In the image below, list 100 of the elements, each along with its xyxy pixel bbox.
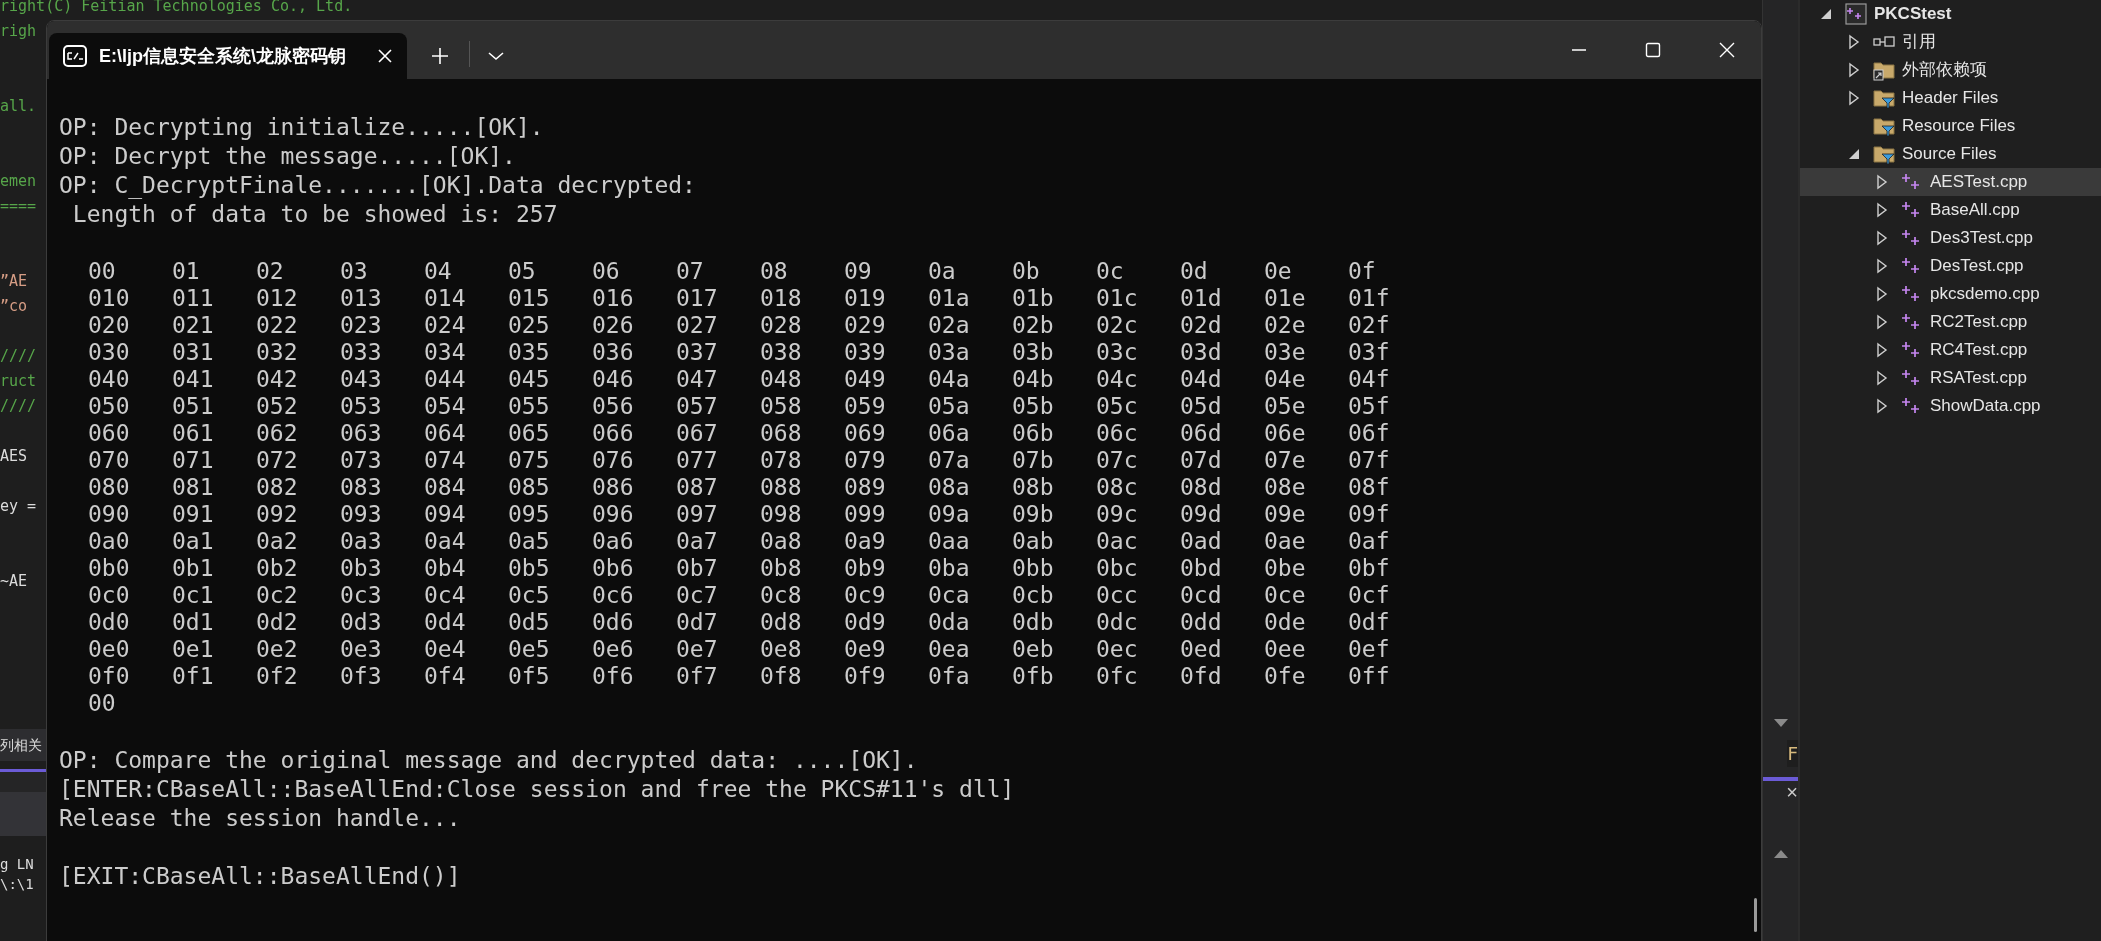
accent-line — [0, 769, 46, 772]
panel-toolbar — [0, 772, 46, 792]
hex-value: 097 — [676, 501, 718, 528]
hex-value: 028 — [760, 312, 802, 339]
hex-value: 0cd — [1180, 582, 1222, 609]
hex-value: 02b — [1012, 312, 1054, 339]
hex-value: 01c — [1096, 285, 1138, 312]
hex-value: 08 — [760, 258, 788, 285]
hex-value: 0ef — [1348, 636, 1390, 663]
hex-value: 07f — [1348, 447, 1390, 474]
output-line: \:\1 — [0, 875, 34, 894]
tree-item[interactable]: RC2Test.cpp — [1800, 308, 2101, 336]
hex-value: 02e — [1264, 312, 1306, 339]
hex-value: 00 — [88, 690, 116, 717]
hex-value: 0e2 — [256, 636, 298, 663]
tree-item[interactable]: 外部依赖项 — [1800, 56, 2101, 84]
tree-item[interactable]: Resource Files — [1800, 112, 2101, 140]
tree-item[interactable]: Des3Test.cpp — [1800, 224, 2101, 252]
tab-title: E:\ljp信息安全系统\龙脉密码钥 — [99, 44, 347, 68]
folder-filter-icon — [1872, 143, 1896, 165]
hex-value: 0d4 — [424, 609, 466, 636]
tree-item[interactable]: RSATest.cpp — [1800, 364, 2101, 392]
hex-value: 0e0 — [88, 636, 130, 663]
hex-value: 0d9 — [844, 609, 886, 636]
hex-value: 00 — [88, 258, 116, 285]
hex-value: 072 — [256, 447, 298, 474]
scroll-up-icon[interactable] — [1773, 849, 1789, 859]
hex-value: 0ca — [928, 582, 970, 609]
hex-value: 0d3 — [340, 609, 382, 636]
hex-value: 0fd — [1180, 663, 1222, 690]
hex-value: 0ab — [1012, 528, 1054, 555]
hex-value: 041 — [172, 366, 214, 393]
console-line: OP: Decrypt the message.....[OK]. — [59, 142, 516, 171]
tree-item[interactable]: RC4Test.cpp — [1800, 336, 2101, 364]
hex-value: 09e — [1264, 501, 1306, 528]
hex-value: 0a8 — [760, 528, 802, 555]
hex-value: 081 — [172, 474, 214, 501]
hex-value: 03e — [1264, 339, 1306, 366]
console-line: [EXIT:CBaseAll::BaseAllEnd()] — [59, 862, 461, 891]
scrollbar-thumb[interactable] — [1754, 898, 1757, 932]
tree-item[interactable]: DesTest.cpp — [1800, 252, 2101, 280]
hex-value: 02a — [928, 312, 970, 339]
hex-value: 01a — [928, 285, 970, 312]
close-button[interactable]: × — [1786, 781, 1798, 803]
hex-value: 06a — [928, 420, 970, 447]
hex-value: 0c2 — [256, 582, 298, 609]
tree-item[interactable]: AESTest.cpp — [1800, 168, 2101, 196]
hex-value: 017 — [676, 285, 718, 312]
hex-value: 0c — [1096, 258, 1124, 285]
hex-value: 03a — [928, 339, 970, 366]
hex-value: 07b — [1012, 447, 1054, 474]
hex-value: 07d — [1180, 447, 1222, 474]
hex-value: 0e9 — [844, 636, 886, 663]
hex-value: 070 — [88, 447, 130, 474]
hex-value: 07 — [676, 258, 704, 285]
hex-value: 0f — [1348, 258, 1376, 285]
tree-item[interactable]: 引用 — [1800, 28, 2101, 56]
tree-item[interactable]: Source Files — [1800, 140, 2101, 168]
chevron-down-icon[interactable] — [488, 51, 504, 61]
tree-item[interactable]: ShowData.cpp — [1800, 392, 2101, 420]
tree-item[interactable]: Header Files — [1800, 84, 2101, 112]
hex-value: 0b8 — [760, 555, 802, 582]
hex-value: 083 — [340, 474, 382, 501]
hex-value: 065 — [508, 420, 550, 447]
hex-value: 0d5 — [508, 609, 550, 636]
hex-value: 0e3 — [340, 636, 382, 663]
hex-value: 0d — [1180, 258, 1208, 285]
tree-item[interactable]: BaseAll.cpp — [1800, 196, 2101, 224]
hex-value: 0a4 — [424, 528, 466, 555]
hex-value: 05e — [1264, 393, 1306, 420]
hex-value: 01d — [1180, 285, 1222, 312]
hex-value: 05c — [1096, 393, 1138, 420]
hex-value: 071 — [172, 447, 214, 474]
hex-value: 085 — [508, 474, 550, 501]
close-tab-icon[interactable] — [377, 48, 393, 64]
hex-value: 0c3 — [340, 582, 382, 609]
console-line: Length of data to be showed is: 257 — [71, 200, 558, 229]
scroll-down-icon[interactable] — [1773, 718, 1789, 728]
hex-value: 0b7 — [676, 555, 718, 582]
hex-value: 0f0 — [88, 663, 130, 690]
hex-value: 09a — [928, 501, 970, 528]
new-tab-icon[interactable] — [431, 47, 449, 65]
hex-value: 046 — [592, 366, 634, 393]
hex-value: 02d — [1180, 312, 1222, 339]
hex-value: 0c5 — [508, 582, 550, 609]
hex-value: 0e8 — [760, 636, 802, 663]
tree-item[interactable]: PKCStest — [1800, 0, 2101, 28]
maximize-icon[interactable] — [1645, 42, 1661, 58]
terminal-tab[interactable]: E:\ljp信息安全系统\龙脉密码钥 — [49, 33, 407, 79]
hex-value: 035 — [508, 339, 550, 366]
hex-value: 078 — [760, 447, 802, 474]
hex-value: 0bf — [1348, 555, 1390, 582]
close-icon[interactable] — [1719, 42, 1735, 58]
hex-value: 09d — [1180, 501, 1222, 528]
hex-value: 0b3 — [340, 555, 382, 582]
hex-value: 067 — [676, 420, 718, 447]
tree-item[interactable]: pkcsdemo.cpp — [1800, 280, 2101, 308]
hex-value: 0d0 — [88, 609, 130, 636]
code-line: //// — [0, 396, 37, 417]
hex-value: 0c4 — [424, 582, 466, 609]
